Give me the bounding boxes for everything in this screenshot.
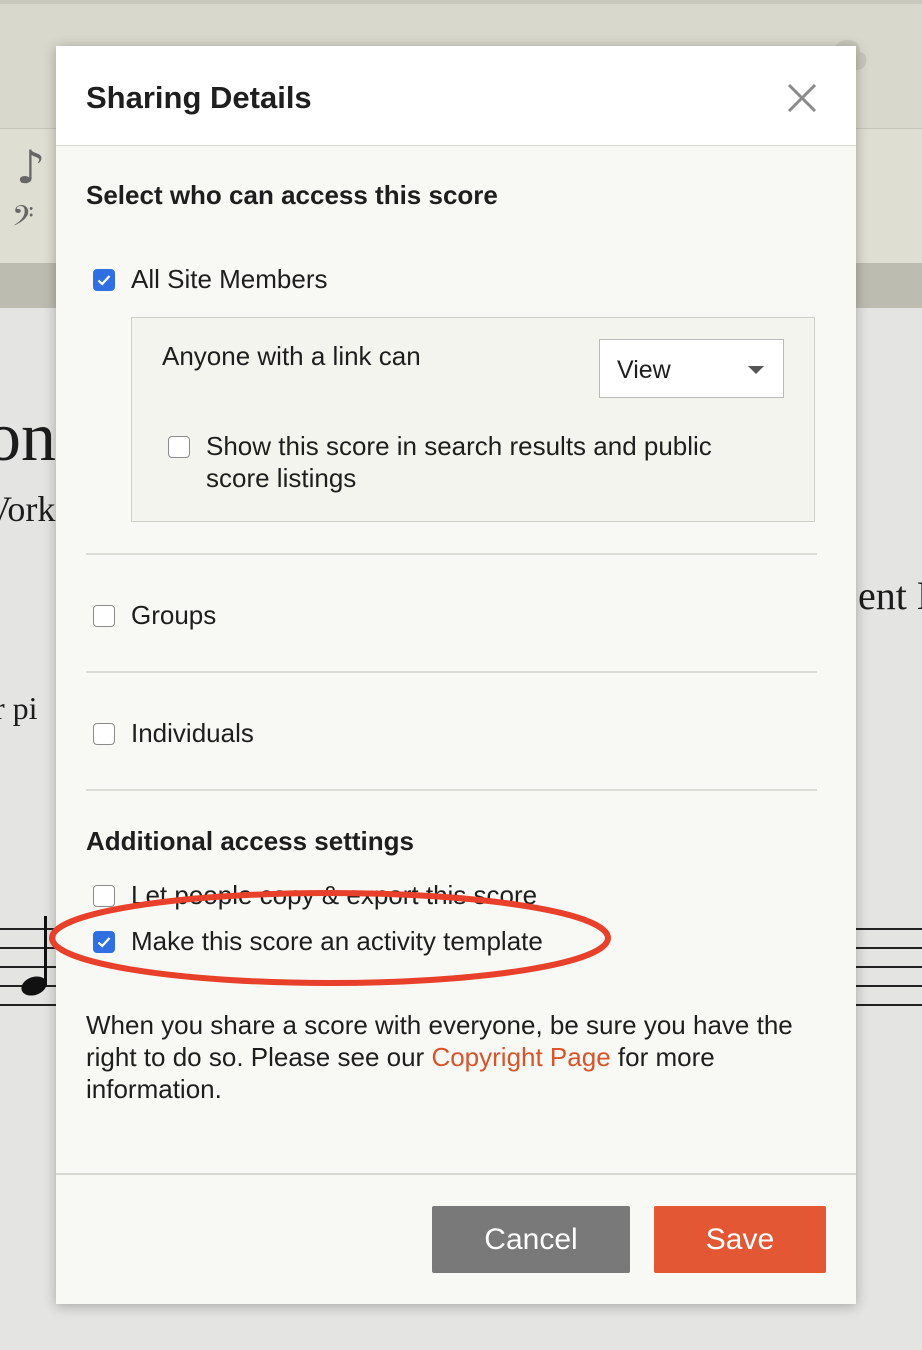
individuals-label: Individuals — [131, 718, 254, 748]
score-title-fragment: on — [0, 399, 56, 476]
copy-export-label: Let people copy & export this score — [131, 880, 538, 910]
cancel-button[interactable]: Cancel — [432, 1206, 630, 1273]
show-in-search-option[interactable]: Show this score in search results and pu… — [168, 430, 766, 494]
score-composer-fragment: ent N — [858, 573, 922, 618]
checkmark-icon — [97, 936, 111, 948]
copy-export-checkbox[interactable] — [93, 884, 115, 907]
checkmark-icon — [97, 274, 111, 286]
activity-template-label: Make this score an activity template — [131, 926, 543, 956]
groups-checkbox[interactable] — [93, 604, 115, 627]
copy-export-option[interactable]: Let people copy & export this score — [93, 880, 537, 911]
note-tool-icon: ♪ — [16, 140, 46, 194]
dialog-header: Sharing Details — [56, 46, 856, 146]
chevron-down-icon — [748, 366, 764, 374]
activity-template-checkbox[interactable] — [93, 930, 115, 953]
sharing-details-dialog: Sharing Details Select who can access th… — [56, 46, 856, 1304]
activity-template-option[interactable]: Make this score an activity template — [93, 926, 543, 957]
link-permission-select[interactable]: View — [599, 339, 784, 398]
copyright-page-link[interactable]: Copyright Page — [431, 1042, 610, 1072]
show-in-search-label: Show this score in search results and pu… — [206, 431, 712, 493]
divider — [86, 789, 817, 791]
show-in-search-checkbox[interactable] — [168, 436, 190, 458]
link-access-label: Anyone with a link can — [162, 341, 421, 371]
groups-option[interactable]: Groups — [93, 600, 216, 631]
quarter-note-icon — [21, 916, 47, 996]
link-permission-value: View — [617, 356, 671, 384]
footer-divider — [56, 1173, 856, 1175]
score-subtitle-fragment: Vork — [0, 489, 56, 529]
score-text-fragment: r pi — [0, 690, 38, 726]
individuals-checkbox[interactable] — [93, 722, 115, 745]
divider — [86, 671, 817, 673]
close-icon[interactable] — [784, 80, 820, 116]
individuals-option[interactable]: Individuals — [93, 718, 254, 749]
bass-clef-tool-icon: 𝄢 — [12, 200, 34, 240]
link-settings-panel: Anyone with a link can View Show this sc… — [131, 317, 815, 522]
all-site-members-option[interactable]: All Site Members — [93, 264, 328, 295]
copyright-notice: When you share a score with everyone, be… — [86, 1009, 826, 1105]
groups-label: Groups — [131, 600, 217, 630]
all-site-members-checkbox[interactable] — [93, 268, 115, 291]
divider — [86, 553, 817, 555]
dialog-title: Sharing Details — [86, 80, 312, 115]
all-site-members-label: All Site Members — [131, 264, 328, 294]
access-heading: Select who can access this score — [86, 180, 498, 210]
additional-settings-heading: Additional access settings — [86, 826, 414, 856]
save-button[interactable]: Save — [654, 1206, 826, 1273]
